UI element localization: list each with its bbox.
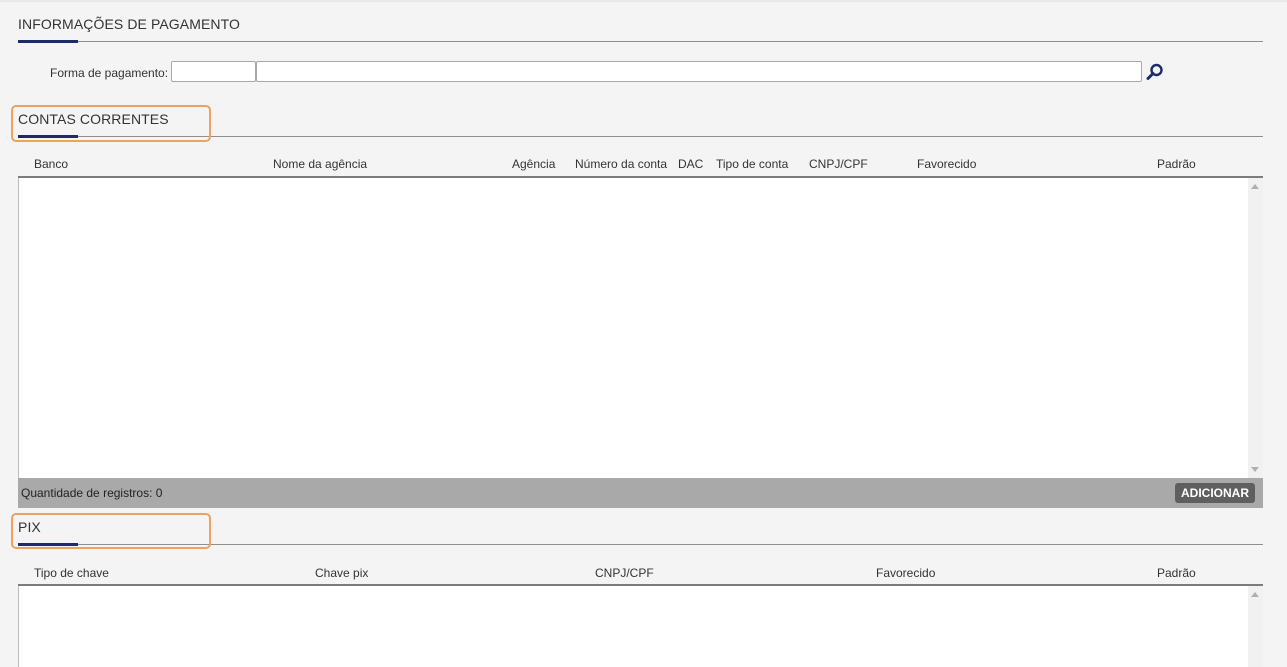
column-header-cnpj-cpf[interactable]: CNPJ/CPF [809, 157, 868, 171]
pix-column-header-tipo-chave[interactable]: Tipo de chave [34, 566, 109, 580]
payment-method-description-input[interactable] [256, 61, 1142, 82]
column-header-numero-conta[interactable]: Número da conta [575, 157, 667, 171]
pix-grid[interactable] [18, 586, 1248, 667]
payment-info-title: INFORMAÇÕES DE PAGAMENTO [18, 16, 241, 32]
payment-info-header: INFORMAÇÕES DE PAGAMENTO [18, 16, 1263, 43]
pix-column-header-cnpj-cpf[interactable]: CNPJ/CPF [595, 566, 654, 580]
pix-highlight [11, 513, 211, 549]
column-header-favorecido[interactable]: Favorecido [917, 157, 976, 171]
current-accounts-footer: Quantidade de registros: 0 ADICIONAR [18, 478, 1263, 508]
current-accounts-highlight [11, 105, 211, 142]
add-account-button[interactable]: ADICIONAR [1175, 483, 1255, 503]
payment-info-title-underline [18, 40, 78, 43]
current-accounts-scrollbar[interactable] [1248, 178, 1263, 478]
pix-column-header-chave-pix[interactable]: Chave pix [315, 566, 368, 580]
magnifier-icon [1146, 63, 1163, 80]
pix-column-header-favorecido[interactable]: Favorecido [876, 566, 935, 580]
pix-column-header-padrao[interactable]: Padrão [1157, 566, 1196, 580]
payment-method-code-input[interactable] [171, 61, 256, 82]
column-header-dac[interactable]: DAC [678, 157, 703, 171]
record-count: Quantidade de registros: 0 [21, 486, 163, 500]
payment-method-search-button[interactable] [1144, 61, 1166, 83]
column-header-nome-agencia[interactable]: Nome da agência [273, 157, 367, 171]
scroll-up-arrow-icon[interactable] [1251, 184, 1259, 189]
payment-page: INFORMAÇÕES DE PAGAMENTO Forma de pagame… [0, 0, 1287, 667]
pix-scrollbar[interactable] [1248, 586, 1263, 667]
column-header-padrao[interactable]: Padrão [1157, 157, 1196, 171]
payment-method-label: Forma de pagamento: [50, 66, 169, 80]
scroll-down-arrow-icon[interactable] [1251, 467, 1259, 472]
current-accounts-grid[interactable] [18, 178, 1248, 478]
column-header-banco[interactable]: Banco [34, 157, 68, 171]
column-header-agencia[interactable]: Agência [512, 157, 555, 171]
pix-scroll-up-arrow-icon[interactable] [1251, 592, 1259, 597]
column-header-tipo-conta[interactable]: Tipo de conta [716, 157, 788, 171]
